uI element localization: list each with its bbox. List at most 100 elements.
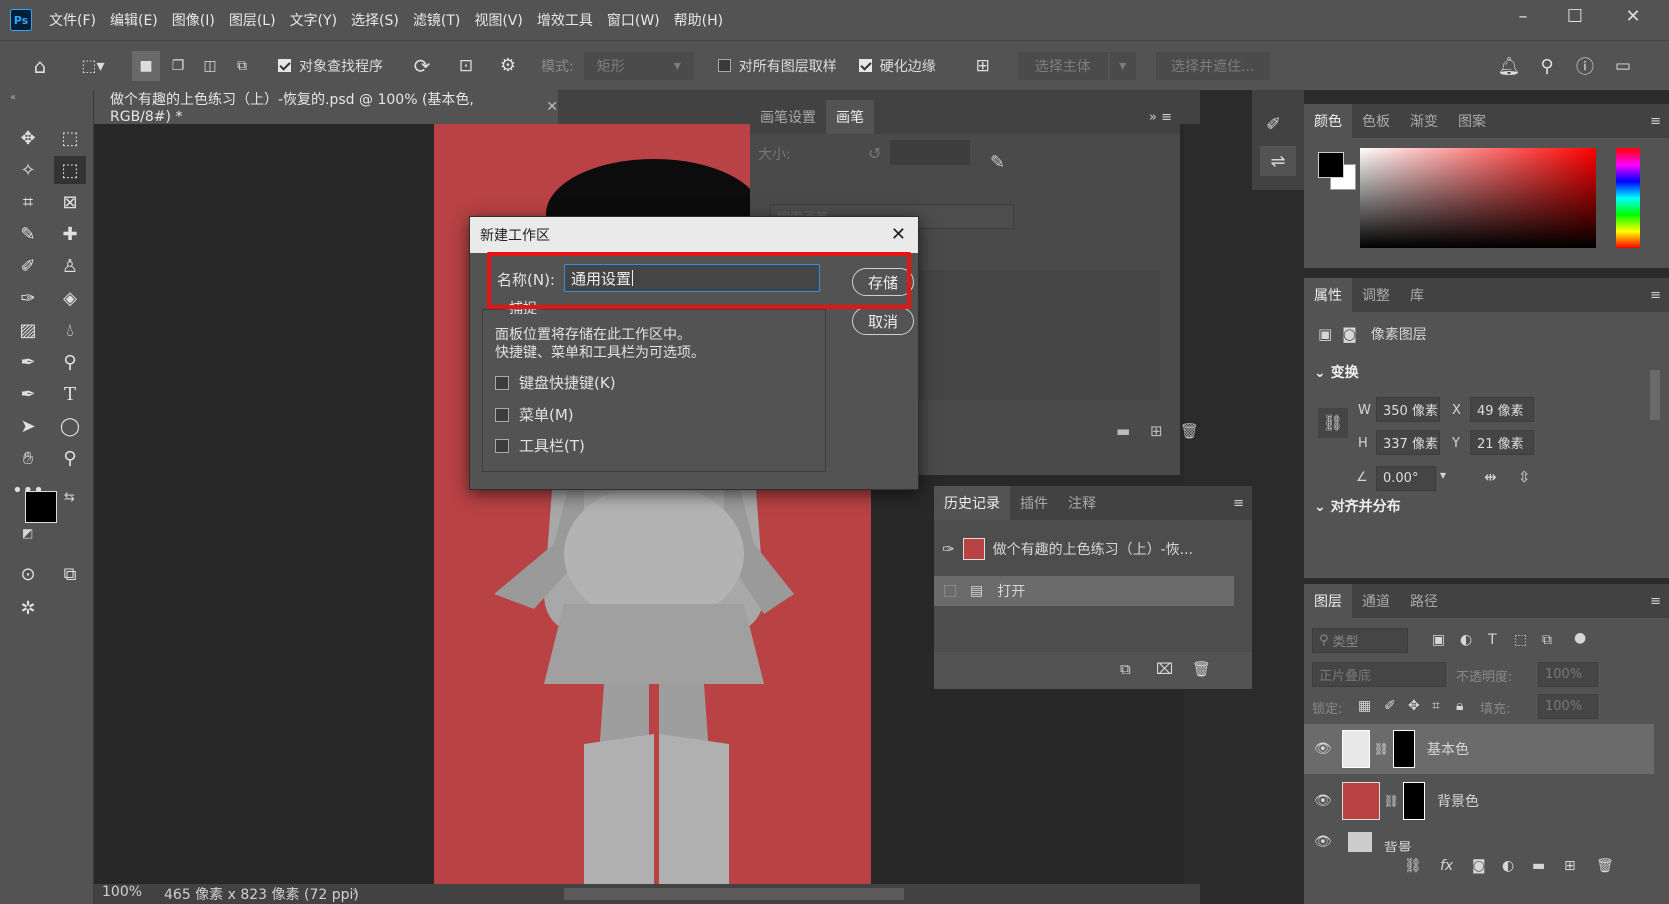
menus-checkbox[interactable] [495,407,509,422]
layer-row[interactable]: 👁︎ ⛓ 背景色 [1304,776,1654,826]
frame-tool-icon[interactable]: ⊠ [54,188,86,216]
toolbar-option[interactable]: 工具栏(T) [495,435,585,456]
dodge-tool-icon[interactable]: ✒ [12,348,44,376]
minimize-icon[interactable]: – [1508,6,1538,32]
swap-colors-icon[interactable]: ⇆ [64,490,75,505]
sample-all-layers-toggle[interactable]: 对所有图层取样 [717,51,837,81]
search-icon[interactable]: ⚲ [1534,51,1560,81]
filter-type-icon[interactable]: T [1488,632,1497,648]
transform-section[interactable]: ⌄ 变换 [1314,362,1359,382]
keyboard-shortcuts-checkbox[interactable] [495,375,509,390]
brush-size-field[interactable] [890,140,970,165]
subtract-selection-icon[interactable]: ◫ [196,51,224,81]
angle-field[interactable]: 0.00° [1376,466,1436,491]
chain-link-icon[interactable]: ⛓ [1384,794,1399,808]
home-icon[interactable]: ⌂ [20,51,60,81]
tab-libraries[interactable]: 库 [1400,278,1434,312]
help-icon[interactable]: ⓘ [1572,51,1598,81]
menu-help[interactable]: 帮助(H) [667,10,730,30]
panel-menu-icon[interactable]: ≡ [1650,594,1661,609]
layer-row[interactable]: 👁︎ ⛓ 基本色 [1304,724,1654,774]
align-distribute-section[interactable]: ⌄ 对齐并分布 [1314,496,1401,516]
close-tab-icon[interactable]: ✕ [546,99,558,115]
delete-layer-icon[interactable]: 🗑︎ [1596,858,1614,874]
tab-channels[interactable]: 通道 [1352,584,1400,618]
add-selection-icon[interactable]: ❐ [164,51,192,81]
document-tab[interactable]: 做个有趣的上色练习（上）-恢复的.psd @ 100% (基本色, RGB/8#… [94,90,558,125]
burn-tool-icon[interactable]: ⚲ [54,348,86,376]
menu-layer[interactable]: 图层(L) [222,10,283,30]
select-subject-dropdown[interactable]: ▾ [1109,51,1136,80]
delete-brush-icon[interactable]: 🗑︎ [1180,422,1199,440]
camera-icon[interactable]: ⌧ [1156,660,1173,678]
intersect-selection-icon[interactable]: ⧉ [228,51,256,81]
collapse-icon[interactable]: « [10,92,16,103]
crop-tool-icon[interactable]: ⌗ [12,188,44,216]
history-brush-tool-icon[interactable]: ✑ [12,284,44,312]
history-source-checkbox[interactable] [944,585,956,597]
default-colors-icon[interactable]: ◩ [22,526,33,540]
reset-icon[interactable]: ↺ [868,144,881,163]
tab-adjustments[interactable]: 调整 [1352,278,1400,312]
menu-plugins[interactable]: 增效工具 [530,10,600,30]
brush-settings-icon[interactable]: ✐ [1266,114,1281,135]
adjustment-layer-icon[interactable]: ◐ [1502,858,1514,874]
path-selection-tool-icon[interactable]: ➤ [12,412,44,440]
object-selection-tool-icon[interactable]: ⬚ [54,156,86,184]
visibility-eye-icon[interactable]: 👁︎ [1314,741,1332,757]
menu-file[interactable]: 文件(F) [42,10,103,30]
healing-brush-tool-icon[interactable]: ✚ [54,220,86,248]
close-window-icon[interactable]: ✕ [1618,6,1648,32]
hand-tool-icon[interactable]: ✋︎ [12,444,44,472]
x-field[interactable]: 49 像素 [1470,397,1534,422]
settings-gear-icon[interactable]: ⚙ [493,51,523,81]
filter-smart-object-icon[interactable]: ⧉ [1542,632,1552,648]
mode-select[interactable]: 矩形 ▾ [583,51,694,80]
width-field[interactable]: 350 像素 [1376,397,1440,422]
tab-swatches[interactable]: 色板 [1352,104,1400,138]
horizontal-scrollbar[interactable] [564,888,904,900]
filter-pixel-icon[interactable]: ▣ [1432,632,1445,648]
link-icon[interactable]: ⛓ [1318,408,1348,438]
panel-menu-icon[interactable]: ≡ [1233,496,1244,511]
quick-selection-tool-icon[interactable]: ✧ [12,156,44,184]
panel-menu-icon[interactable]: ≡ [1650,288,1661,303]
show-all-objects-icon[interactable]: ⊡ [451,51,481,81]
tab-paths[interactable]: 路径 [1400,584,1448,618]
tab-plugins[interactable]: 插件 [1010,486,1058,520]
filter-toggle-icon[interactable]: ● [1574,630,1586,646]
layer-row[interactable]: 👁︎ 背景 [1304,828,1654,852]
menu-select[interactable]: 选择(S) [344,10,406,30]
opacity-field[interactable]: 100% [1538,662,1598,687]
history-snapshot[interactable]: ✑ 做个有趣的上色练习（上）-恢... [934,532,1234,566]
zoom-tool-icon[interactable]: ⚲ [54,444,86,472]
filter-adjustment-icon[interactable]: ◐ [1460,632,1472,648]
height-field[interactable]: 337 像素 [1376,430,1440,455]
hue-slider[interactable] [1616,148,1640,248]
menu-filter[interactable]: 滤镜(T) [406,10,467,30]
select-and-mask-button[interactable]: 选择并遮住... [1155,51,1270,80]
menu-image[interactable]: 图像(I) [165,10,222,30]
pen-tool-icon[interactable]: ✒ [12,380,44,408]
link-layers-icon[interactable]: ⛓ [1404,858,1422,874]
new-brush-add-icon[interactable]: ⊞ [1150,422,1163,440]
bell-icon[interactable]: 🔔︎ [1496,51,1522,81]
marquee-tool-icon[interactable]: ⬚ [54,124,86,152]
foreground-color-swatch[interactable] [25,491,57,523]
panel-menu-icon[interactable]: ≡ [1650,114,1661,129]
blur-tool-icon[interactable]: 💧︎ [54,316,86,344]
select-subject-button[interactable]: 选择主体 [1017,51,1108,80]
menu-type[interactable]: 文字(Y) [283,10,344,30]
move-tool-icon[interactable]: ✥ [12,124,44,152]
brush-tool-icon[interactable]: ✐ [12,252,44,280]
toolbar-checkbox[interactable] [495,438,509,453]
new-selection-icon[interactable]: ■ [132,50,160,81]
lock-all-icon[interactable]: 🔒︎ [1456,698,1463,714]
chain-link-icon[interactable]: ⛓ [1374,742,1389,756]
quick-mask-icon[interactable]: ⊙ [12,560,44,588]
menu-edit[interactable]: 编辑(E) [103,10,165,30]
screen-mode-icon[interactable]: ⧉ [54,560,86,588]
refresh-icon[interactable]: ⟳ [407,51,437,81]
flip-horizontal-icon[interactable]: ⇹ [1484,468,1497,486]
menus-option[interactable]: 菜单(M) [495,404,574,425]
